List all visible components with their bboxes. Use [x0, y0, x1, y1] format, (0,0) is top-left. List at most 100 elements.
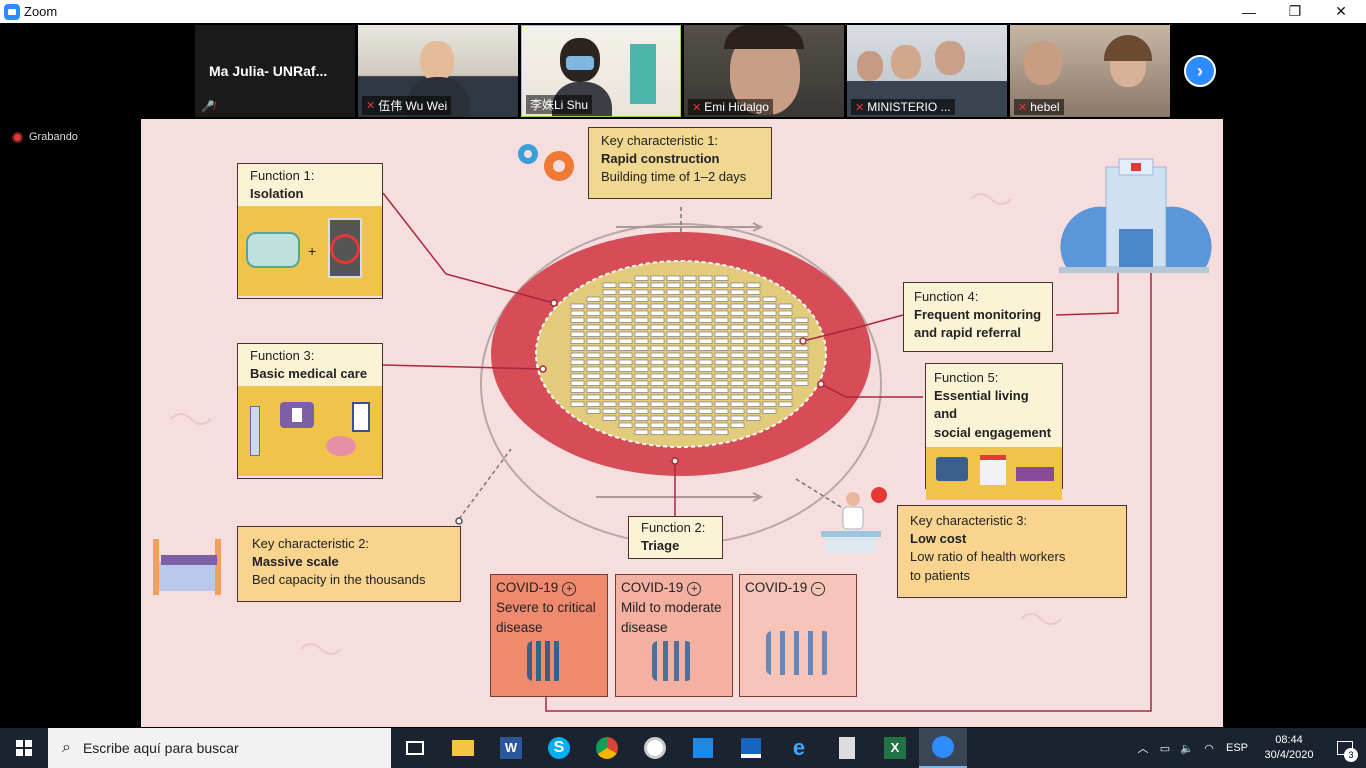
bed-mark [714, 345, 729, 351]
maximize-button[interactable]: ❐ [1272, 0, 1318, 23]
bed-mark [714, 401, 729, 407]
bed-mark [730, 401, 745, 407]
chevron-up-icon[interactable]: ︿ [1132, 740, 1154, 756]
bed-mark [762, 408, 777, 414]
bed-mark [666, 338, 681, 344]
f4-heading-line2: and rapid referral [914, 325, 1021, 341]
bed-mark [730, 387, 745, 393]
bed-mark [586, 373, 601, 379]
bed-mark [634, 422, 649, 428]
bed-mark [778, 303, 793, 309]
bed-mark [778, 380, 793, 386]
bed-mark [650, 303, 665, 309]
clock-date: 30/4/2020 [1264, 749, 1314, 761]
skype-icon[interactable]: S [535, 728, 583, 768]
bed-mark [714, 359, 729, 365]
bed-mark [762, 380, 777, 386]
recording-indicator: Grabando [12, 131, 78, 143]
bed-mark [714, 352, 729, 358]
file-explorer-icon[interactable] [439, 728, 487, 768]
bed-mark [666, 345, 681, 351]
participant-tile[interactable]: Ma Julia- UNRaf... 🎤̸ [195, 25, 355, 117]
bed-mark [650, 380, 665, 386]
bed-mark [698, 331, 713, 337]
bed-mark [778, 366, 793, 372]
notifications-icon[interactable]: 3 [1324, 728, 1366, 768]
bed-mark [666, 310, 681, 316]
bed-mark [650, 394, 665, 400]
bed-mark [570, 331, 585, 337]
f3-title: Function 3: [250, 348, 315, 363]
bed-mark [570, 394, 585, 400]
bed-mark [778, 317, 793, 323]
language-indicator[interactable]: ESP [1220, 742, 1254, 754]
bed-mark [778, 345, 793, 351]
bed-mark [602, 415, 617, 421]
calculator-icon[interactable] [823, 728, 871, 768]
task-view-icon[interactable] [391, 728, 439, 768]
reader-app-icon[interactable] [727, 728, 775, 768]
f5-heading-line1: Essential living and [934, 388, 1029, 422]
participant-tile[interactable]: ✕ MINISTERIO ... [847, 25, 1007, 117]
calendar-icon[interactable] [679, 728, 727, 768]
bed-mark [634, 415, 649, 421]
bed-mark [682, 310, 697, 316]
word-icon[interactable]: W [487, 728, 535, 768]
bed-mark [586, 352, 601, 358]
bed-mark [698, 324, 713, 330]
clock-app-icon[interactable] [631, 728, 679, 768]
windows-start-icon[interactable] [0, 728, 48, 768]
bed-mark [746, 359, 761, 365]
bed-mark [730, 352, 745, 358]
bed-mark [618, 394, 633, 400]
next-participants-arrow-icon[interactable]: › [1184, 55, 1216, 87]
bed-mark [602, 289, 617, 295]
f5-title: Function 5: [934, 370, 999, 385]
bed-mark [698, 387, 713, 393]
bed-mark [618, 282, 633, 288]
zoom-taskbar-icon[interactable] [919, 728, 967, 768]
internet-explorer-icon[interactable]: e [775, 728, 823, 768]
bed-mark [794, 352, 809, 358]
bed-mark [586, 408, 601, 414]
kc3-heading: Low cost [910, 531, 967, 547]
bed-mark [682, 422, 697, 428]
bed-mark [714, 282, 729, 288]
clock[interactable]: 08:44 30/4/2020 [1254, 733, 1324, 764]
mic-muted-icon: ✕ [692, 101, 702, 114]
close-button[interactable]: ✕ [1318, 0, 1364, 23]
bed-mark [666, 296, 681, 302]
minimize-button[interactable]: — [1226, 0, 1272, 23]
bed-mark [730, 331, 745, 337]
bed-mark [762, 359, 777, 365]
covid-mild-line1: Mild to moderate [621, 599, 722, 615]
bed-mark [730, 373, 745, 379]
bed-mark [666, 408, 681, 414]
participant-tile[interactable]: ✕ Emi Hidalgo [684, 25, 844, 117]
bed-mark [794, 345, 809, 351]
bed-mark [762, 338, 777, 344]
bed-mark [762, 317, 777, 323]
wifi-icon[interactable]: ◠ [1198, 742, 1220, 755]
participant-tile[interactable]: ✕ 伍伟 Wu Wei [358, 25, 518, 117]
volume-icon[interactable]: 🔈 [1176, 742, 1198, 755]
battery-icon[interactable]: ▭ [1154, 742, 1176, 755]
key-characteristic-2: Key characteristic 2: Massive scale Bed … [237, 526, 461, 602]
bed-mark [682, 317, 697, 323]
bed-mark [666, 359, 681, 365]
bed-mark [650, 359, 665, 365]
kc2-title: Key characteristic 2: [252, 536, 370, 551]
bed-mark [794, 331, 809, 337]
kc1-heading: Rapid construction [601, 151, 720, 167]
f4-heading-line1: Frequent monitoring [914, 307, 1042, 323]
bed-mark [794, 366, 809, 372]
participant-tile-active[interactable]: 李姝Li Shu [521, 25, 681, 117]
participant-tile[interactable]: ✕ hebel [1010, 25, 1170, 117]
mic-muted-icon: 🎤̸ [201, 101, 215, 113]
bed-mark [714, 387, 729, 393]
taskbar-search-box[interactable]: ⌕ Escribe aquí para buscar [48, 728, 391, 768]
excel-icon[interactable]: X [871, 728, 919, 768]
chrome-icon[interactable] [583, 728, 631, 768]
bed-mark [666, 317, 681, 323]
bed-mark [682, 394, 697, 400]
